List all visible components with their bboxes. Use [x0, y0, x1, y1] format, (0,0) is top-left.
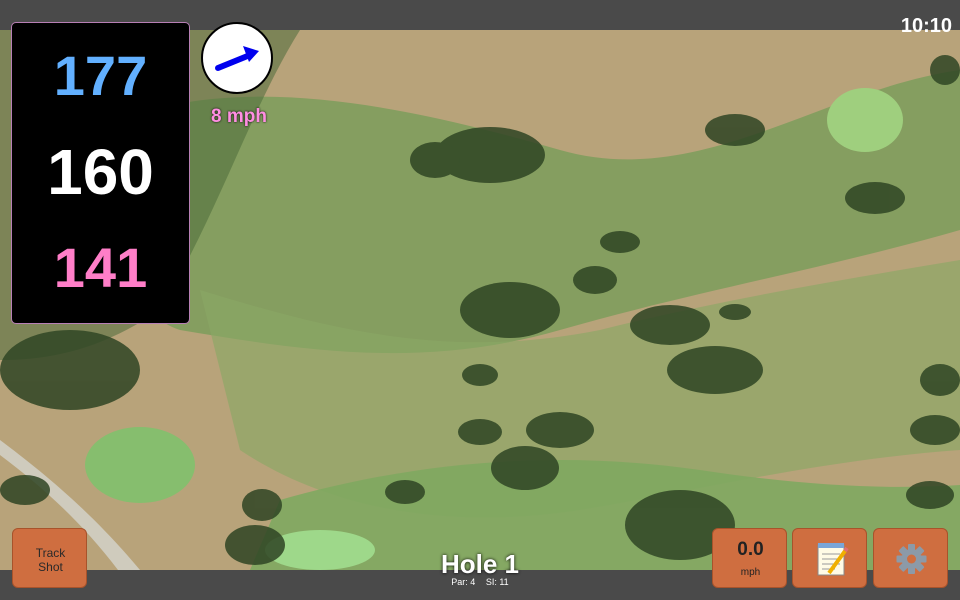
track-shot-label: Track Shot [35, 546, 66, 574]
hole-stroke-index: SI: 11 [485, 577, 509, 587]
scorecard-notes-button[interactable] [792, 528, 867, 588]
speed-value: 0.0 [737, 539, 764, 560]
hole-title: Hole 1 [440, 549, 520, 579]
distance-back: 177 [53, 44, 148, 107]
wind-indicator [201, 22, 273, 94]
hole-info: Par: 4 SI: 11 [400, 577, 560, 587]
notepad-icon [817, 543, 849, 576]
track-shot-button[interactable]: Track Shot [12, 528, 87, 588]
distance-middle: 160 [47, 136, 154, 208]
speed-button[interactable]: 0.0 mph [712, 528, 787, 588]
settings-button[interactable] [873, 528, 948, 588]
gear-icon [896, 544, 927, 574]
distance-front: 141 [53, 236, 148, 299]
distance-panel: 177 160 141 [11, 22, 190, 324]
wind-arrow-icon [215, 46, 259, 71]
speed-unit: mph [740, 567, 761, 578]
wind-speed: 8 mph [211, 106, 267, 127]
clock-time: 10:10 [900, 15, 952, 37]
hole-par: Par: 4 [451, 577, 476, 587]
